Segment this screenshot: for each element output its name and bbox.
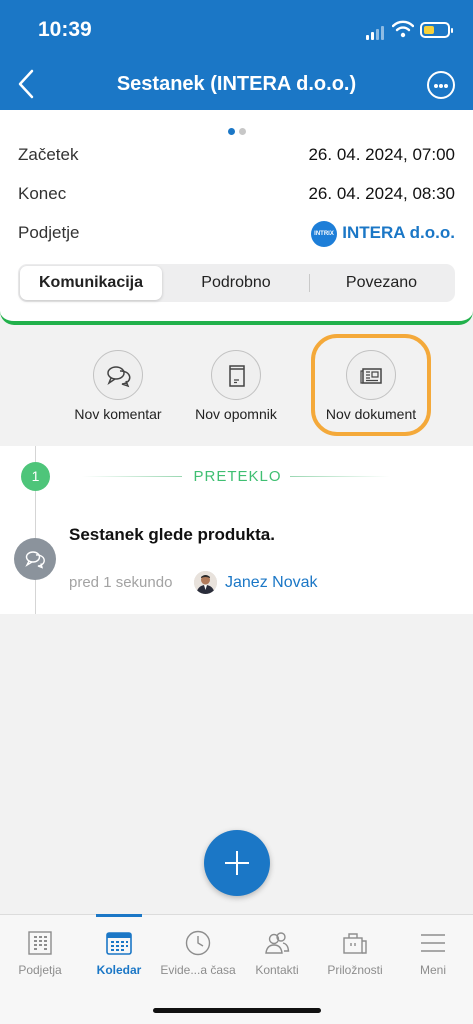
- status-time: 10:39: [38, 18, 92, 41]
- end-value: 26. 04. 2024, 08:30: [308, 184, 455, 203]
- tab-label-meni: Meni: [419, 963, 446, 977]
- cellular-signal-icon: [366, 26, 386, 40]
- end-label: Konec: [18, 184, 67, 203]
- menu-icon: [421, 934, 445, 952]
- calendar-icon: [106, 932, 132, 955]
- end-row: Konec 26. 04. 2024, 08:30: [18, 184, 455, 210]
- timeline: 1 PRETEKLO Sestanek glede produkta. pred…: [0, 446, 473, 614]
- tab-label-priloznosti: Priložnosti: [327, 963, 383, 977]
- tab-label-kontakti: Kontakti: [255, 963, 299, 977]
- reminder-note-icon: [229, 365, 245, 387]
- active-tab-indicator: [96, 914, 142, 917]
- divider-right: [290, 476, 390, 477]
- divider-left: [82, 476, 182, 477]
- timeline-entry-time: pred 1 sekundo: [69, 574, 173, 591]
- building-icon: [28, 931, 52, 955]
- tab-podrobno[interactable]: Podrobno: [163, 266, 309, 300]
- comment-entry-icon: [14, 538, 56, 580]
- tab-evidenca-casa[interactable]: Evide...a časa: [158, 925, 238, 977]
- back-button[interactable]: [14, 68, 40, 100]
- tab-podjetja[interactable]: Podjetja: [0, 925, 80, 977]
- company-row[interactable]: Podjetje INTRIX INTERA d.o.o.: [18, 221, 455, 249]
- tab-koledar[interactable]: Koledar: [79, 925, 159, 977]
- chat-bubbles-icon: [25, 551, 45, 569]
- meeting-details-card: Začetek 26. 04. 2024, 07:00 Konec 26. 04…: [0, 110, 473, 325]
- tab-meni[interactable]: Meni: [393, 925, 473, 977]
- start-label: Začetek: [18, 145, 79, 164]
- briefcase-icon: [343, 933, 367, 954]
- tab-label-evidenca: Evide...a časa: [160, 963, 236, 977]
- new-reminder-label: Nov opomnik: [195, 406, 277, 422]
- add-fab-button[interactable]: [204, 830, 270, 896]
- timeline-entry-user[interactable]: Janez Novak: [225, 574, 318, 592]
- start-value: 26. 04. 2024, 07:00: [308, 145, 455, 164]
- timeline-count-badge: 1: [21, 462, 50, 491]
- tab-priloznosti[interactable]: Priložnosti: [315, 925, 395, 977]
- home-indicator: [153, 1008, 321, 1013]
- more-options-button[interactable]: [427, 71, 455, 99]
- contacts-icon: [265, 932, 290, 954]
- highlight-frame: [311, 334, 431, 436]
- company-label: Podjetje: [18, 223, 80, 242]
- wifi-icon: [392, 20, 414, 38]
- tab-label-podjetja: Podjetja: [18, 963, 62, 977]
- tab-povezano[interactable]: Povezano: [310, 266, 453, 300]
- new-reminder-button[interactable]: Nov opomnik: [166, 350, 306, 422]
- start-row: Začetek 26. 04. 2024, 07:00: [18, 145, 455, 171]
- clock-icon: [185, 930, 211, 956]
- chat-bubbles-icon: [107, 366, 131, 388]
- battery-icon: [420, 22, 453, 38]
- tab-label-koledar: Koledar: [96, 963, 142, 977]
- user-avatar: [194, 571, 217, 594]
- page-indicator: [0, 122, 473, 140]
- timeline-section-heading: PRETEKLO: [193, 468, 282, 485]
- company-logo: INTRIX: [311, 221, 337, 247]
- company-link[interactable]: INTERA d.o.o.: [342, 223, 455, 243]
- tab-komunikacija[interactable]: Komunikacija: [20, 266, 162, 300]
- timeline-entry-text[interactable]: Sestanek glede produkta.: [69, 525, 275, 545]
- tab-kontakti[interactable]: Kontakti: [237, 925, 317, 977]
- page-title: Sestanek (INTERA d.o.o.): [116, 73, 357, 95]
- section-segmented-control: Komunikacija Podrobno Povezano: [18, 264, 455, 302]
- top-bar: 10:39 Sestanek (INTERA d.o.o.): [0, 0, 473, 110]
